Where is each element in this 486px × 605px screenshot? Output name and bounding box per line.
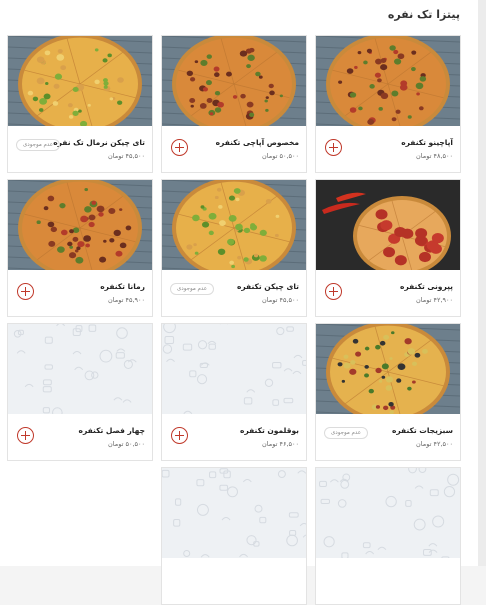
add-to-cart-button[interactable] [17, 427, 34, 444]
product-card[interactable]: پپرونی تکنفره ۴۲,۹۰۰ تومان [315, 179, 461, 317]
product-image [8, 36, 152, 126]
product-price: ۴۸,۵۰۰ تومان [416, 152, 453, 160]
product-image-placeholder [316, 468, 460, 558]
product-image [8, 180, 152, 270]
product-image [162, 36, 306, 126]
add-to-cart-button[interactable] [171, 139, 188, 156]
product-name: پپرونی تکنفره [400, 282, 453, 291]
product-image-placeholder [8, 324, 152, 414]
add-to-cart-button[interactable] [325, 283, 342, 300]
product-card[interactable]: رمانا تکنفره ۴۵,۹۰۰ تومان [7, 179, 153, 317]
product-name: چهار فصل تکنفره [78, 426, 145, 435]
product-card[interactable]: مخصوص آپاچی تکنفره ۵۰,۵۰۰ تومان [161, 35, 307, 173]
product-price: ۴۶,۵۰۰ تومان [262, 440, 299, 448]
product-name: مخصوص آپاچی تکنفره [215, 138, 299, 147]
product-card[interactable] [315, 467, 461, 605]
section-title: پیتزا تک نفره [387, 8, 460, 21]
product-image [162, 180, 306, 270]
product-price: ۴۵,۵۰۰ تومان [108, 152, 145, 160]
product-image [316, 324, 460, 414]
product-name: تای چیکن نرمال تک نفره [53, 138, 145, 147]
unavailable-badge: عدم موجودی [16, 139, 61, 151]
product-card[interactable]: بوقلمون تکنفره ۴۶,۵۰۰ تومان [161, 323, 307, 461]
product-card[interactable]: تای چیکن نرمال تک نفره ۴۵,۵۰۰ تومان عدم … [7, 35, 153, 173]
scrollbar[interactable] [478, 0, 486, 566]
product-name: آپاچینو تکنفره [401, 138, 453, 147]
unavailable-badge: عدم موجودی [170, 283, 215, 295]
product-name: بوقلمون تکنفره [240, 426, 299, 435]
unavailable-badge: عدم موجودی [324, 427, 369, 439]
product-card[interactable]: آپاچینو تکنفره ۴۸,۵۰۰ تومان [315, 35, 461, 173]
product-card[interactable]: سبزیجات تکنفره ۴۲,۵۰۰ تومان عدم موجودی [315, 323, 461, 461]
product-image-placeholder [162, 324, 306, 414]
product-price: ۴۵,۵۰۰ تومان [262, 296, 299, 304]
product-image-placeholder [162, 468, 306, 558]
product-name: تای چیکن تکنفره [236, 282, 299, 291]
add-to-cart-button[interactable] [325, 139, 342, 156]
add-to-cart-button[interactable] [17, 283, 34, 300]
product-card[interactable]: چهار فصل تکنفره ۵۰,۵۰۰ تومان [7, 323, 153, 461]
product-price: ۴۵,۹۰۰ تومان [108, 296, 145, 304]
product-price: ۵۰,۵۰۰ تومان [108, 440, 145, 448]
menu-page: پیتزا تک نفره آپاچینو تکنفره ۴۸,۵۰۰ توما… [0, 0, 478, 605]
product-image [316, 180, 460, 270]
product-name: سبزیجات تکنفره [391, 426, 453, 435]
product-image [316, 36, 460, 126]
product-name: رمانا تکنفره [100, 282, 145, 291]
product-price: ۴۲,۹۰۰ تومان [416, 296, 453, 304]
product-price: ۵۰,۵۰۰ تومان [262, 152, 299, 160]
product-grid: آپاچینو تکنفره ۴۸,۵۰۰ تومان مخصوص آپاچی … [7, 35, 462, 605]
product-card[interactable] [161, 467, 307, 605]
product-card[interactable]: تای چیکن تکنفره ۴۵,۵۰۰ تومان عدم موجودی [161, 179, 307, 317]
product-price: ۴۲,۵۰۰ تومان [416, 440, 453, 448]
add-to-cart-button[interactable] [171, 427, 188, 444]
